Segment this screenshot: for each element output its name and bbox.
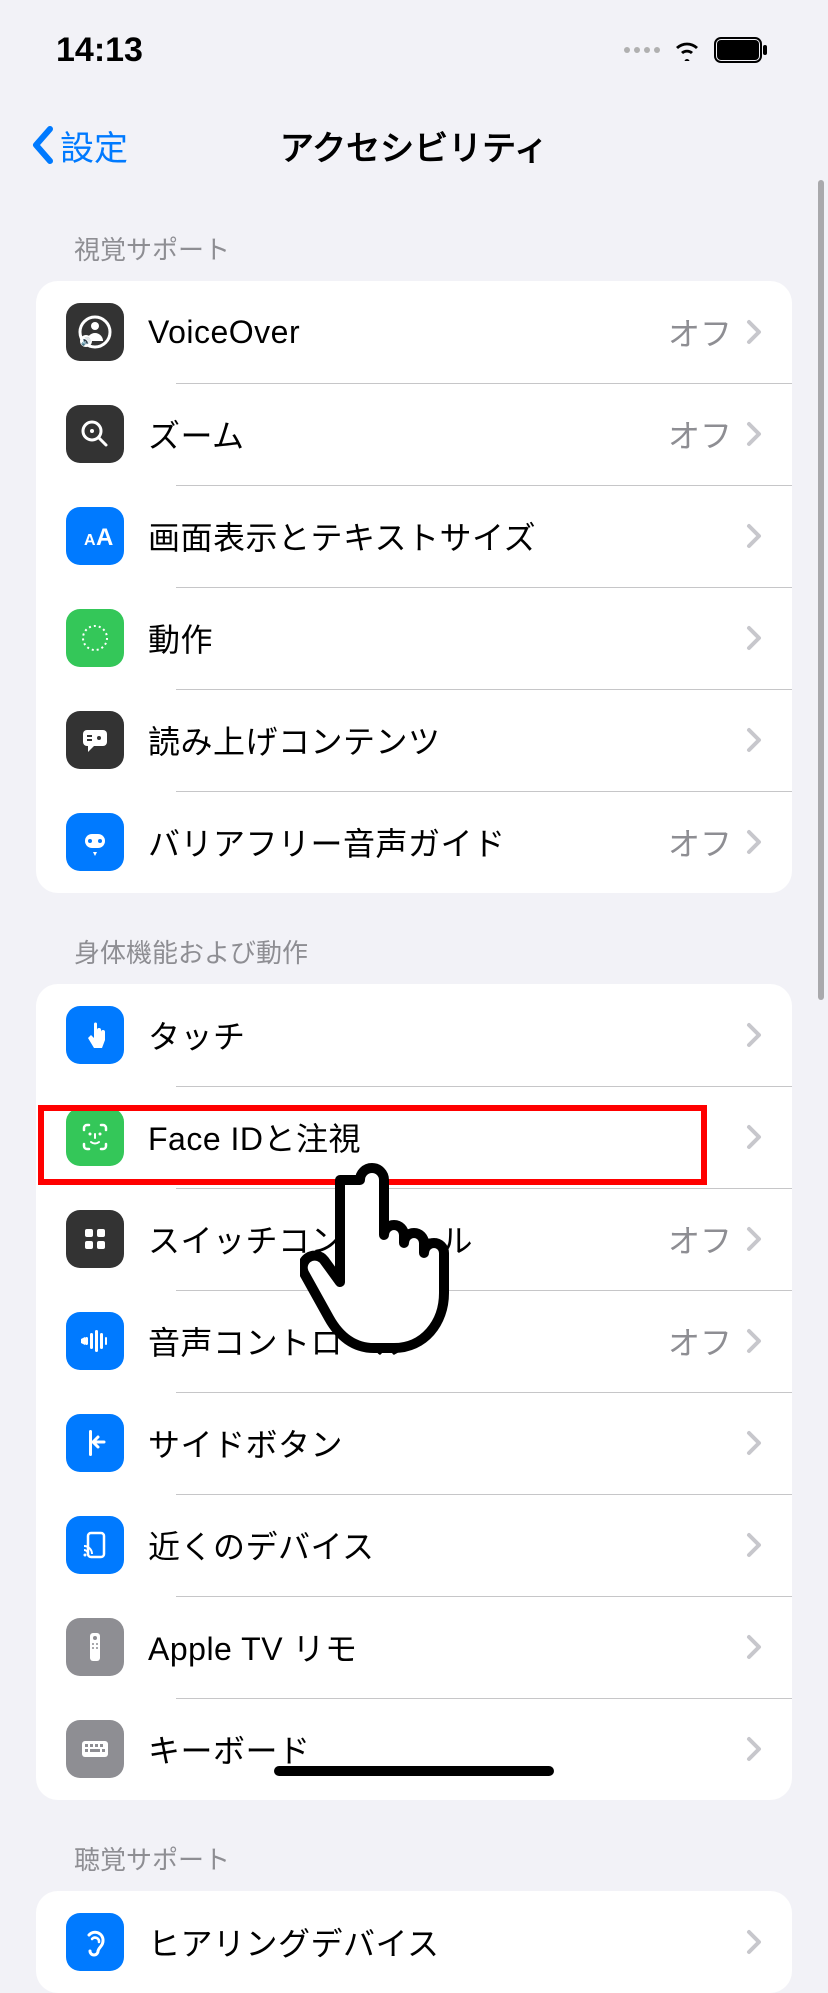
scroll-indicator[interactable] [818, 180, 824, 1000]
chevron-left-icon [30, 125, 56, 165]
chevron-right-icon [746, 1226, 762, 1252]
row-label: ズーム [148, 411, 668, 457]
motion-icon [66, 609, 124, 667]
group-physical: タッチ Face IDと注視 スイッチコントロール オフ 音声コントロール オフ… [36, 984, 792, 1800]
row-label: バリアフリー音声ガイド [148, 819, 668, 865]
group-hearing: ヒアリングデバイス [36, 1891, 792, 1993]
back-label: 設定 [60, 121, 128, 170]
row-label: 読み上げコンテンツ [148, 717, 746, 763]
row-nearby-devices[interactable]: 近くのデバイス [36, 1494, 792, 1596]
back-button[interactable]: 設定 [30, 121, 128, 170]
section-header-visual: 視覚サポート [0, 190, 828, 281]
row-side-button[interactable]: サイドボタン [36, 1392, 792, 1494]
side-button-icon [66, 1414, 124, 1472]
signal-dots-icon [624, 47, 660, 53]
hearing-icon [66, 1913, 124, 1971]
home-indicator[interactable] [274, 1766, 554, 1776]
svg-text:A: A [84, 532, 96, 549]
voiceover-icon: 🔊 [66, 303, 124, 361]
row-label: VoiceOver [148, 314, 668, 351]
status-bar: 14:13 [0, 0, 828, 100]
row-value: オフ [668, 819, 732, 865]
section-header-physical: 身体機能および動作 [0, 893, 828, 984]
zoom-icon [66, 405, 124, 463]
row-value: オフ [668, 1318, 732, 1364]
row-label: Apple TV リモ [148, 1624, 746, 1670]
chevron-right-icon [746, 1736, 762, 1762]
row-audio-descriptions[interactable]: バリアフリー音声ガイド オフ [36, 791, 792, 893]
status-time: 14:13 [56, 31, 143, 70]
row-touch[interactable]: タッチ [36, 984, 792, 1086]
section-header-hearing: 聴覚サポート [0, 1800, 828, 1891]
chevron-right-icon [746, 421, 762, 447]
hand-cursor-icon [300, 1160, 460, 1365]
row-spoken-content[interactable]: 読み上げコンテンツ [36, 689, 792, 791]
row-value: オフ [668, 309, 732, 355]
chevron-right-icon [746, 1124, 762, 1150]
chevron-right-icon [746, 829, 762, 855]
row-keyboard[interactable]: キーボード [36, 1698, 792, 1800]
speech-bubble-icon [66, 711, 124, 769]
chevron-right-icon [746, 625, 762, 651]
touch-icon [66, 1006, 124, 1064]
row-label: サイドボタン [148, 1420, 746, 1466]
chevron-right-icon [746, 1929, 762, 1955]
row-label: タッチ [148, 1012, 746, 1058]
row-label: Face IDと注視 [148, 1114, 746, 1160]
row-value: オフ [668, 411, 732, 457]
chevron-right-icon [746, 523, 762, 549]
appletv-remote-icon [66, 1618, 124, 1676]
row-label: ヒアリングデバイス [148, 1919, 746, 1965]
svg-text:🔊: 🔊 [81, 336, 91, 346]
row-label: 画面表示とテキストサイズ [148, 513, 746, 559]
voice-control-icon [66, 1312, 124, 1370]
group-visual: 🔊 VoiceOver オフ ズーム オフ AA 画面表示とテキストサイズ 動作… [36, 281, 792, 893]
row-hearing-devices[interactable]: ヒアリングデバイス [36, 1891, 792, 1993]
chevron-right-icon [746, 1022, 762, 1048]
faceid-icon [66, 1108, 124, 1166]
wifi-icon [672, 39, 702, 61]
chevron-right-icon [746, 319, 762, 345]
nav-bar: 設定 アクセシビリティ [0, 100, 828, 190]
nearby-device-icon [66, 1516, 124, 1574]
audio-description-icon [66, 813, 124, 871]
chevron-right-icon [746, 1532, 762, 1558]
keyboard-icon [66, 1720, 124, 1778]
row-motion[interactable]: 動作 [36, 587, 792, 689]
row-display-text[interactable]: AA 画面表示とテキストサイズ [36, 485, 792, 587]
row-voiceover[interactable]: 🔊 VoiceOver オフ [36, 281, 792, 383]
row-zoom[interactable]: ズーム オフ [36, 383, 792, 485]
chevron-right-icon [746, 1328, 762, 1354]
chevron-right-icon [746, 727, 762, 753]
status-right [624, 37, 768, 63]
row-label: 動作 [148, 615, 746, 661]
row-value: オフ [668, 1216, 732, 1262]
chevron-right-icon [746, 1634, 762, 1660]
switch-control-icon [66, 1210, 124, 1268]
chevron-right-icon [746, 1430, 762, 1456]
text-size-icon: AA [66, 507, 124, 565]
row-label: 近くのデバイス [148, 1522, 746, 1568]
svg-text:A: A [96, 524, 113, 551]
battery-icon [714, 37, 768, 63]
row-appletv-remote[interactable]: Apple TV リモ [36, 1596, 792, 1698]
